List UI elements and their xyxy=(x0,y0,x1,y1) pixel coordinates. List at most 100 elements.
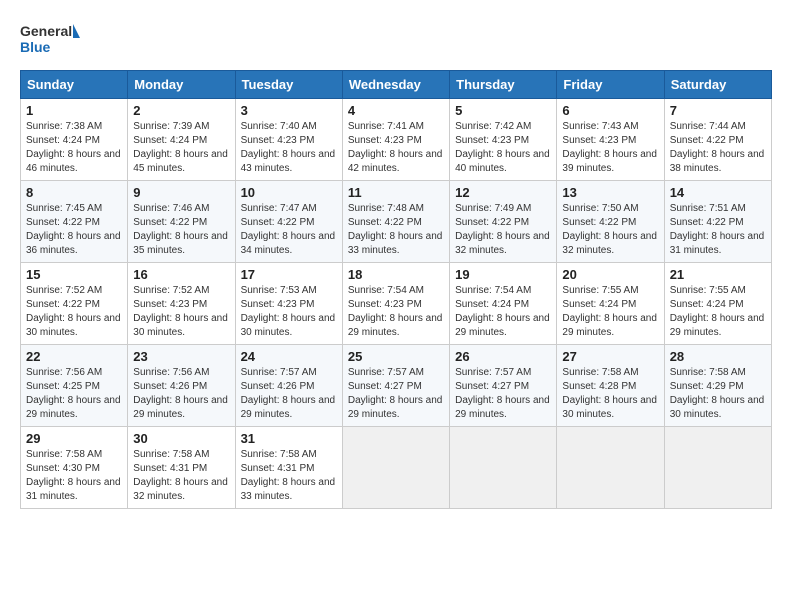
week-row-5: 29 Sunrise: 7:58 AM Sunset: 4:30 PM Dayl… xyxy=(21,427,772,509)
calendar-cell: 10 Sunrise: 7:47 AM Sunset: 4:22 PM Dayl… xyxy=(235,181,342,263)
day-number: 22 xyxy=(26,349,122,364)
daylight-label: Daylight: 8 hours and 33 minutes. xyxy=(348,231,443,256)
day-number: 18 xyxy=(348,267,444,282)
week-row-2: 8 Sunrise: 7:45 AM Sunset: 4:22 PM Dayli… xyxy=(21,181,772,263)
daylight-label: Daylight: 8 hours and 30 minutes. xyxy=(670,395,765,420)
sunset-label: Sunset: 4:28 PM xyxy=(562,381,636,392)
day-info: Sunrise: 7:51 AM Sunset: 4:22 PM Dayligh… xyxy=(670,202,766,258)
day-number: 26 xyxy=(455,349,551,364)
day-number: 27 xyxy=(562,349,658,364)
calendar-cell: 21 Sunrise: 7:55 AM Sunset: 4:24 PM Dayl… xyxy=(664,263,771,345)
logo-svg: General Blue xyxy=(20,20,80,60)
day-number: 24 xyxy=(241,349,337,364)
calendar-cell: 28 Sunrise: 7:58 AM Sunset: 4:29 PM Dayl… xyxy=(664,345,771,427)
calendar-cell xyxy=(342,427,449,509)
calendar-cell: 25 Sunrise: 7:57 AM Sunset: 4:27 PM Dayl… xyxy=(342,345,449,427)
day-number: 23 xyxy=(133,349,229,364)
day-info: Sunrise: 7:49 AM Sunset: 4:22 PM Dayligh… xyxy=(455,202,551,258)
day-info: Sunrise: 7:54 AM Sunset: 4:24 PM Dayligh… xyxy=(455,284,551,340)
daylight-label: Daylight: 8 hours and 30 minutes. xyxy=(26,313,121,338)
day-number: 15 xyxy=(26,267,122,282)
daylight-label: Daylight: 8 hours and 32 minutes. xyxy=(133,477,228,502)
calendar-cell: 15 Sunrise: 7:52 AM Sunset: 4:22 PM Dayl… xyxy=(21,263,128,345)
calendar-cell: 14 Sunrise: 7:51 AM Sunset: 4:22 PM Dayl… xyxy=(664,181,771,263)
sunrise-label: Sunrise: 7:54 AM xyxy=(455,285,531,296)
day-info: Sunrise: 7:50 AM Sunset: 4:22 PM Dayligh… xyxy=(562,202,658,258)
calendar-cell: 6 Sunrise: 7:43 AM Sunset: 4:23 PM Dayli… xyxy=(557,99,664,181)
calendar-cell: 20 Sunrise: 7:55 AM Sunset: 4:24 PM Dayl… xyxy=(557,263,664,345)
calendar-cell: 30 Sunrise: 7:58 AM Sunset: 4:31 PM Dayl… xyxy=(128,427,235,509)
sunset-label: Sunset: 4:30 PM xyxy=(26,463,100,474)
day-number: 14 xyxy=(670,185,766,200)
day-info: Sunrise: 7:45 AM Sunset: 4:22 PM Dayligh… xyxy=(26,202,122,258)
sunset-label: Sunset: 4:23 PM xyxy=(241,299,315,310)
header-day-sunday: Sunday xyxy=(21,71,128,99)
header-day-friday: Friday xyxy=(557,71,664,99)
page-header: General Blue xyxy=(20,20,772,60)
calendar-cell: 2 Sunrise: 7:39 AM Sunset: 4:24 PM Dayli… xyxy=(128,99,235,181)
sunrise-label: Sunrise: 7:58 AM xyxy=(241,449,317,460)
day-number: 2 xyxy=(133,103,229,118)
sunset-label: Sunset: 4:22 PM xyxy=(26,299,100,310)
daylight-label: Daylight: 8 hours and 30 minutes. xyxy=(562,395,657,420)
day-number: 12 xyxy=(455,185,551,200)
day-number: 5 xyxy=(455,103,551,118)
sunrise-label: Sunrise: 7:57 AM xyxy=(348,367,424,378)
sunrise-label: Sunrise: 7:58 AM xyxy=(562,367,638,378)
daylight-label: Daylight: 8 hours and 29 minutes. xyxy=(455,395,550,420)
day-number: 30 xyxy=(133,431,229,446)
sunset-label: Sunset: 4:23 PM xyxy=(348,299,422,310)
header-day-thursday: Thursday xyxy=(450,71,557,99)
sunset-label: Sunset: 4:23 PM xyxy=(133,299,207,310)
daylight-label: Daylight: 8 hours and 33 minutes. xyxy=(241,477,336,502)
day-info: Sunrise: 7:38 AM Sunset: 4:24 PM Dayligh… xyxy=(26,120,122,176)
sunset-label: Sunset: 4:23 PM xyxy=(455,135,529,146)
day-number: 8 xyxy=(26,185,122,200)
sunrise-label: Sunrise: 7:42 AM xyxy=(455,121,531,132)
day-info: Sunrise: 7:57 AM Sunset: 4:27 PM Dayligh… xyxy=(348,366,444,422)
sunset-label: Sunset: 4:22 PM xyxy=(670,135,744,146)
calendar-cell xyxy=(557,427,664,509)
day-info: Sunrise: 7:46 AM Sunset: 4:22 PM Dayligh… xyxy=(133,202,229,258)
calendar-cell: 24 Sunrise: 7:57 AM Sunset: 4:26 PM Dayl… xyxy=(235,345,342,427)
daylight-label: Daylight: 8 hours and 29 minutes. xyxy=(133,395,228,420)
daylight-label: Daylight: 8 hours and 46 minutes. xyxy=(26,149,121,174)
sunrise-label: Sunrise: 7:54 AM xyxy=(348,285,424,296)
daylight-label: Daylight: 8 hours and 43 minutes. xyxy=(241,149,336,174)
header-day-saturday: Saturday xyxy=(664,71,771,99)
calendar-cell: 23 Sunrise: 7:56 AM Sunset: 4:26 PM Dayl… xyxy=(128,345,235,427)
sunset-label: Sunset: 4:22 PM xyxy=(670,217,744,228)
daylight-label: Daylight: 8 hours and 42 minutes. xyxy=(348,149,443,174)
day-info: Sunrise: 7:58 AM Sunset: 4:30 PM Dayligh… xyxy=(26,448,122,504)
sunrise-label: Sunrise: 7:56 AM xyxy=(133,367,209,378)
sunrise-label: Sunrise: 7:38 AM xyxy=(26,121,102,132)
sunrise-label: Sunrise: 7:52 AM xyxy=(26,285,102,296)
sunrise-label: Sunrise: 7:56 AM xyxy=(26,367,102,378)
daylight-label: Daylight: 8 hours and 32 minutes. xyxy=(455,231,550,256)
calendar-cell: 11 Sunrise: 7:48 AM Sunset: 4:22 PM Dayl… xyxy=(342,181,449,263)
sunset-label: Sunset: 4:27 PM xyxy=(455,381,529,392)
daylight-label: Daylight: 8 hours and 38 minutes. xyxy=(670,149,765,174)
daylight-label: Daylight: 8 hours and 34 minutes. xyxy=(241,231,336,256)
sunrise-label: Sunrise: 7:53 AM xyxy=(241,285,317,296)
sunset-label: Sunset: 4:25 PM xyxy=(26,381,100,392)
calendar-cell: 7 Sunrise: 7:44 AM Sunset: 4:22 PM Dayli… xyxy=(664,99,771,181)
sunset-label: Sunset: 4:22 PM xyxy=(26,217,100,228)
sunset-label: Sunset: 4:26 PM xyxy=(133,381,207,392)
day-info: Sunrise: 7:58 AM Sunset: 4:28 PM Dayligh… xyxy=(562,366,658,422)
day-number: 6 xyxy=(562,103,658,118)
calendar-cell: 26 Sunrise: 7:57 AM Sunset: 4:27 PM Dayl… xyxy=(450,345,557,427)
sunset-label: Sunset: 4:23 PM xyxy=(241,135,315,146)
calendar-cell: 16 Sunrise: 7:52 AM Sunset: 4:23 PM Dayl… xyxy=(128,263,235,345)
sunrise-label: Sunrise: 7:44 AM xyxy=(670,121,746,132)
sunset-label: Sunset: 4:24 PM xyxy=(670,299,744,310)
sunrise-label: Sunrise: 7:47 AM xyxy=(241,203,317,214)
sunrise-label: Sunrise: 7:57 AM xyxy=(241,367,317,378)
week-row-3: 15 Sunrise: 7:52 AM Sunset: 4:22 PM Dayl… xyxy=(21,263,772,345)
day-number: 31 xyxy=(241,431,337,446)
day-number: 11 xyxy=(348,185,444,200)
sunrise-label: Sunrise: 7:46 AM xyxy=(133,203,209,214)
day-number: 7 xyxy=(670,103,766,118)
day-number: 25 xyxy=(348,349,444,364)
day-number: 16 xyxy=(133,267,229,282)
